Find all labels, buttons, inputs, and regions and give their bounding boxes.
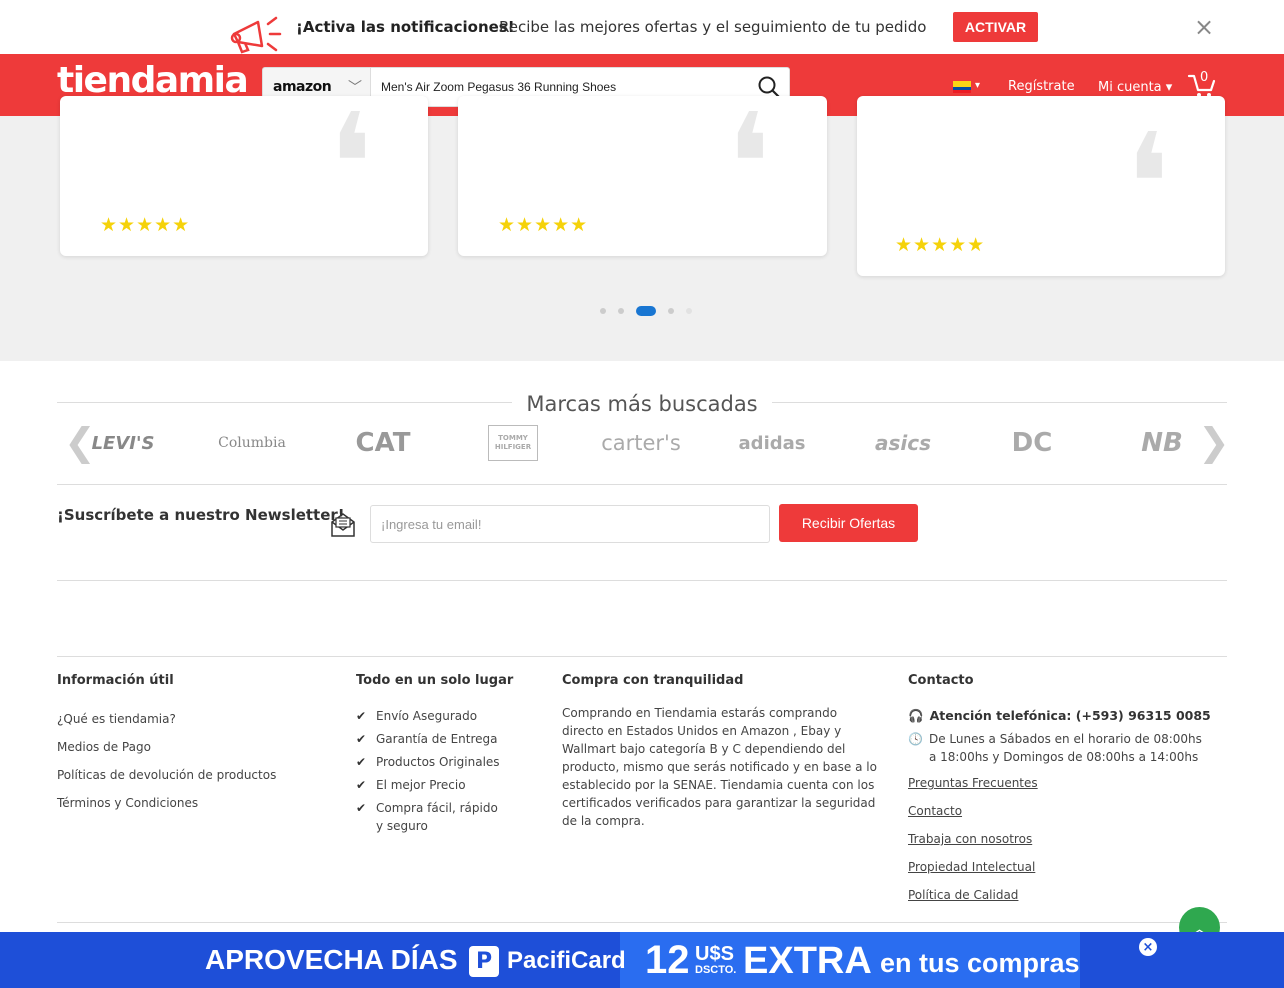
rating-stars: ★★★★★: [498, 214, 589, 236]
brand-levis[interactable]: LEVI'S: [92, 425, 155, 461]
footer-link[interactable]: Contacto: [908, 804, 962, 818]
testimonial-card: ★★★★★ ❛: [458, 96, 827, 256]
footer-link[interactable]: Medios de Pago: [57, 740, 151, 754]
testimonial-card: ★★★★★ ❛: [60, 96, 428, 256]
check-icon: ✔: [356, 732, 367, 746]
testimonials-section: ★★★★★ ❛ ★★★★★ ❛ ★★★★★ ❛: [0, 96, 1284, 361]
promo-number: 12: [645, 938, 690, 982]
feature-label: Envío Asegurado: [376, 709, 478, 723]
brand-dc[interactable]: DC: [1012, 425, 1053, 461]
close-icon[interactable]: ×: [1194, 15, 1214, 39]
divider: [57, 484, 1227, 485]
divider: [57, 580, 1227, 581]
chevron-down-icon[interactable]: ▾: [975, 80, 980, 91]
country-flag-icon[interactable]: [953, 81, 971, 93]
feature-item: ✔ Envío Asegurado: [356, 707, 477, 725]
footer-calm-title: Compra con tranquilidad: [562, 673, 744, 688]
footer-info-title: Información útil: [57, 673, 174, 688]
rating-stars: ★★★★★: [100, 214, 191, 236]
logo[interactable]: tiendamia: [57, 60, 249, 101]
promo-extra: EXTRA: [743, 940, 872, 982]
brands-title: Marcas más buscadas: [0, 392, 1284, 416]
megaphone-icon: [230, 16, 282, 54]
feature-item: ✔ Compra fácil, rápido y seguro: [356, 799, 506, 835]
hours-text: De Lunes a Sábados en el horario de 08:0…: [928, 732, 1202, 764]
brand-new-balance[interactable]: NB: [1134, 425, 1190, 461]
carousel-dots: [600, 306, 692, 316]
brand-adidas[interactable]: adidas: [739, 425, 806, 461]
store-select-value: amazon: [273, 79, 332, 95]
brand-asics[interactable]: asics: [866, 425, 940, 461]
account-label: Mi cuenta: [1098, 80, 1162, 95]
carousel-dot[interactable]: [600, 308, 606, 314]
footer-link[interactable]: ¿Qué es tiendamia?: [57, 712, 176, 726]
check-icon: ✔: [356, 755, 367, 769]
testimonial-card: ★★★★★ ❛: [857, 96, 1225, 276]
hours-line: 🕓 De Lunes a Sábados en el horario de 08:…: [908, 730, 1208, 766]
promo-dscto: DSCTO.: [695, 964, 737, 976]
clock-icon: 🕓: [908, 732, 923, 746]
promo-currency: U$S: [695, 943, 734, 965]
brand-columbia[interactable]: Columbia: [206, 425, 298, 461]
divider: [57, 656, 1227, 657]
account-menu[interactable]: Mi cuenta ▾: [1098, 80, 1172, 95]
check-icon: ✔: [356, 778, 367, 792]
close-icon[interactable]: ×: [1139, 938, 1157, 956]
register-link[interactable]: Regístrate: [1008, 79, 1075, 94]
pacificard-logo-icon: P: [469, 946, 499, 977]
check-icon: ✔: [356, 709, 367, 723]
chevron-right-icon[interactable]: ❯: [1198, 423, 1230, 461]
footer-contact-title: Contacto: [908, 673, 974, 688]
footer-link[interactable]: Términos y Condiciones: [57, 796, 198, 810]
promo-tail: en tus compras: [880, 948, 1080, 978]
carousel-dot[interactable]: [686, 308, 692, 314]
promo-banner[interactable]: APROVECHA DÍAS P PacifiCard 12 U$S DSCTO…: [0, 932, 1284, 988]
footer-link[interactable]: Propiedad Intelectual: [908, 860, 1035, 874]
quote-icon: ❛: [328, 84, 374, 247]
brands-title-text: Marcas más buscadas: [512, 392, 772, 416]
footer-link[interactable]: Preguntas Frecuentes: [908, 776, 1038, 790]
headset-icon: 🎧: [908, 708, 924, 723]
activate-notifications-button[interactable]: ACTIVAR: [953, 12, 1038, 42]
phone-text: Atención telefónica: (+593) 96315 0085: [929, 708, 1211, 723]
subscribe-button[interactable]: Recibir Ofertas: [779, 504, 918, 542]
notification-text: Recibe las mejores ofertas y el seguimie…: [499, 18, 927, 36]
promo-brand: PacifiCard: [507, 947, 626, 974]
footer-calm-text: Comprando en Tiendamia estarás comprando…: [562, 706, 877, 828]
quote-icon: ❛: [1125, 104, 1171, 267]
footer-all-in-one-title: Todo en un solo lugar: [356, 673, 514, 688]
phone-line: 🎧 Atención telefónica: (+593) 96315 0085: [908, 707, 1211, 725]
rating-stars: ★★★★★: [895, 234, 986, 256]
cart-count-badge: 0: [1200, 70, 1209, 85]
notification-bar: ¡Activa las notificaciones! Recibe las m…: [0, 0, 1284, 54]
brand-tommy[interactable]: TOMMY HILFIGER: [488, 425, 538, 461]
feature-label: Compra fácil, rápido y seguro: [376, 801, 498, 833]
brand-carters[interactable]: carter's: [600, 425, 682, 461]
carousel-dot[interactable]: [668, 308, 674, 314]
feature-item: ✔ El mejor Precio: [356, 776, 466, 794]
feature-label: Garantía de Entrega: [376, 732, 498, 746]
feature-item: ✔ Productos Originales: [356, 753, 500, 771]
newsletter-title: ¡Suscríbete a nuestro Newsletter!: [57, 506, 345, 524]
footer-link[interactable]: Políticas de devolución de productos: [57, 768, 276, 782]
feature-item: ✔ Garantía de Entrega: [356, 730, 497, 748]
newsletter-email-input[interactable]: ¡Ingresa tu email!: [370, 505, 770, 543]
feature-label: Productos Originales: [376, 755, 500, 769]
check-icon: ✔: [356, 801, 367, 815]
carousel-dot[interactable]: [618, 308, 624, 314]
carousel-dot-active[interactable]: [636, 306, 656, 316]
divider: [57, 922, 1227, 923]
newsletter-envelope-icon: [331, 513, 355, 537]
feature-label: El mejor Precio: [376, 778, 466, 792]
notification-title: ¡Activa las notificaciones!: [296, 18, 515, 36]
quote-icon: ❛: [726, 84, 772, 247]
footer-link[interactable]: Política de Calidad: [908, 888, 1018, 902]
brand-cat[interactable]: CAT: [356, 425, 411, 461]
footer-link[interactable]: Trabaja con nosotros: [908, 832, 1032, 846]
promo-text: APROVECHA DÍAS: [205, 944, 458, 975]
